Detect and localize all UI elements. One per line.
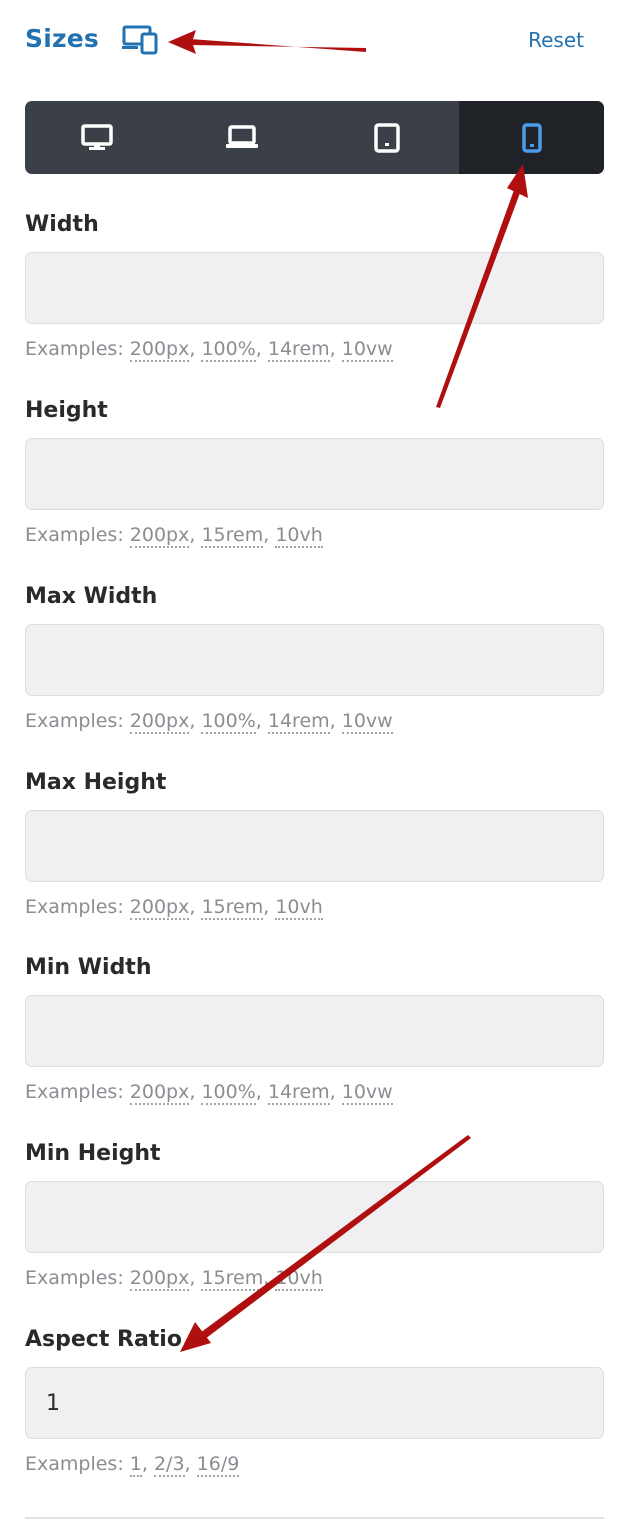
examples-hint: Examples: 1, 2/3, 16/9 bbox=[25, 1453, 240, 1477]
field-min-width: Min Width Examples: 200px, 100%, 14rem, … bbox=[25, 953, 604, 1105]
field-max-width: Max Width Examples: 200px, 100%, 14rem, … bbox=[25, 582, 604, 734]
example-value[interactable]: 200px bbox=[129, 524, 190, 548]
desktop-icon bbox=[81, 123, 114, 150]
tab-tablet[interactable] bbox=[315, 101, 460, 174]
field-label: Width bbox=[25, 212, 99, 237]
tablet-icon bbox=[374, 122, 400, 153]
field-label: Min Height bbox=[25, 1141, 161, 1166]
field-aspect-ratio: Aspect Ratio Examples: 1, 2/3, 16/9 bbox=[25, 1325, 604, 1477]
example-value[interactable]: 200px bbox=[129, 1267, 190, 1291]
max-width-input[interactable] bbox=[25, 624, 604, 696]
device-switcher bbox=[25, 101, 604, 174]
examples-hint: Examples: 200px, 100%, 14rem, 10vw bbox=[25, 710, 393, 734]
example-value[interactable]: 200px bbox=[129, 710, 190, 734]
tab-desktop[interactable] bbox=[25, 101, 170, 174]
examples-hint: Examples: 200px, 15rem, 10vh bbox=[25, 524, 323, 548]
laptop-icon bbox=[226, 124, 259, 148]
example-value[interactable]: 10vh bbox=[275, 896, 323, 920]
panel-header: Sizes Reset bbox=[0, 0, 630, 90]
example-value[interactable]: 10vw bbox=[341, 1081, 393, 1105]
max-height-input[interactable] bbox=[25, 810, 604, 882]
example-value[interactable]: 15rem bbox=[201, 1267, 264, 1291]
height-input[interactable] bbox=[25, 438, 604, 510]
panel-title: Sizes bbox=[25, 24, 99, 53]
reset-button[interactable]: Reset bbox=[528, 28, 584, 52]
aspect-ratio-input[interactable] bbox=[25, 1367, 604, 1439]
example-value[interactable]: 200px bbox=[129, 1081, 190, 1105]
example-value[interactable]: 10vw bbox=[341, 710, 393, 734]
width-input[interactable] bbox=[25, 252, 604, 324]
examples-prefix: Examples: bbox=[25, 338, 124, 360]
examples-hint: Examples: 200px, 15rem, 10vh bbox=[25, 896, 323, 920]
field-width: Width Examples: 200px, 100%, 14rem, 10vw bbox=[25, 210, 604, 362]
min-width-input[interactable] bbox=[25, 995, 604, 1067]
example-value[interactable]: 14rem bbox=[267, 710, 330, 734]
field-height: Height Examples: 200px, 15rem, 10vh bbox=[25, 396, 604, 548]
examples-prefix: Examples: bbox=[25, 710, 124, 732]
example-value[interactable]: 15rem bbox=[201, 524, 264, 548]
tab-laptop[interactable] bbox=[170, 101, 315, 174]
example-value[interactable]: 100% bbox=[201, 1081, 256, 1105]
field-min-height: Min Height Examples: 200px, 15rem, 10vh bbox=[25, 1139, 604, 1291]
example-value[interactable]: 15rem bbox=[201, 896, 264, 920]
example-value[interactable]: 10vh bbox=[275, 1267, 323, 1291]
examples-hint: Examples: 200px, 100%, 14rem, 10vw bbox=[25, 338, 393, 362]
min-height-input[interactable] bbox=[25, 1181, 604, 1253]
example-value[interactable]: 10vw bbox=[341, 338, 393, 362]
example-value[interactable]: 10vh bbox=[275, 524, 323, 548]
example-value[interactable]: 1 bbox=[129, 1453, 142, 1477]
example-value[interactable]: 200px bbox=[129, 896, 190, 920]
example-value[interactable]: 100% bbox=[201, 710, 256, 734]
examples-hint: Examples: 200px, 100%, 14rem, 10vw bbox=[25, 1081, 393, 1105]
responsive-devices-icon[interactable] bbox=[121, 24, 161, 56]
example-value[interactable]: 14rem bbox=[267, 1081, 330, 1105]
example-value[interactable]: 16/9 bbox=[196, 1453, 240, 1477]
example-value[interactable]: 14rem bbox=[267, 338, 330, 362]
examples-prefix: Examples: bbox=[25, 896, 124, 918]
section-divider bbox=[25, 1517, 604, 1519]
field-label: Max Height bbox=[25, 770, 167, 795]
example-value[interactable]: 2/3 bbox=[153, 1453, 185, 1477]
examples-prefix: Examples: bbox=[25, 1081, 124, 1103]
field-label: Max Width bbox=[25, 584, 158, 609]
field-max-height: Max Height Examples: 200px, 15rem, 10vh bbox=[25, 768, 604, 920]
examples-prefix: Examples: bbox=[25, 1453, 124, 1475]
examples-hint: Examples: 200px, 15rem, 10vh bbox=[25, 1267, 323, 1291]
field-label: Min Width bbox=[25, 955, 152, 980]
field-label: Aspect Ratio bbox=[25, 1327, 182, 1352]
tab-mobile[interactable] bbox=[459, 101, 604, 174]
examples-prefix: Examples: bbox=[25, 1267, 124, 1289]
example-value[interactable]: 100% bbox=[201, 338, 256, 362]
example-value[interactable]: 200px bbox=[129, 338, 190, 362]
field-label: Height bbox=[25, 398, 108, 423]
examples-prefix: Examples: bbox=[25, 524, 124, 546]
mobile-icon bbox=[521, 122, 542, 153]
